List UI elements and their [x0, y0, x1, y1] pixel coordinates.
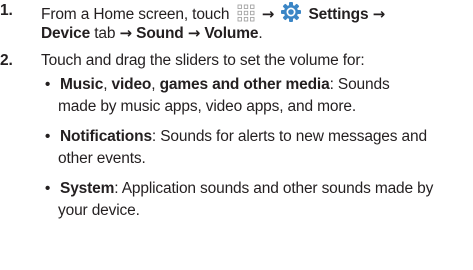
term: System	[60, 180, 115, 197]
bullet: •	[45, 76, 51, 93]
list-item-line: made by music apps, video apps, and more…	[58, 98, 356, 115]
description: : Sounds	[329, 76, 390, 93]
term: video	[111, 76, 152, 93]
list-item-line: System: Application sounds and other sou…	[60, 179, 433, 199]
separator: ,	[103, 76, 112, 93]
separator: ,	[151, 76, 160, 93]
device-label: Device	[41, 25, 91, 42]
step-text: From a Home screen, touch	[41, 6, 230, 23]
step-1: 1. From a Home screen, touch → Settings …	[0, 1, 473, 45]
bullet: •	[45, 128, 51, 145]
term: games and other media	[159, 76, 330, 93]
step-line: Device tab → Sound → Volume.	[41, 23, 263, 44]
list-item-line: Music, video, games and other media: Sou…	[60, 75, 390, 95]
step-number: 1.	[0, 2, 13, 19]
term: Notifications	[60, 128, 152, 145]
list-item-line: other events.	[58, 150, 146, 167]
term: Music	[60, 76, 104, 93]
arrow: →	[261, 5, 275, 23]
list-item-line: Notifications: Sounds for alerts to new …	[60, 127, 427, 147]
bullet: •	[45, 180, 51, 197]
list-item-line: your device.	[58, 202, 140, 219]
arrow: →	[119, 24, 133, 42]
arrow: →	[372, 5, 386, 23]
volume-label: Volume	[204, 25, 259, 42]
settings-label: Settings	[308, 6, 369, 23]
arrow: →	[187, 24, 201, 42]
step-number: 2.	[0, 52, 13, 69]
description: : Sounds for alerts to new messages and	[151, 128, 427, 145]
step-text: Touch and drag the sliders to set the vo…	[41, 52, 365, 69]
period: .	[258, 25, 263, 42]
step-2: 2. Touch and drag the sliders to set the…	[0, 51, 473, 269]
sound-label: Sound	[136, 25, 184, 42]
description: : Application sounds and other sounds ma…	[114, 180, 434, 197]
tab-word: tab	[94, 25, 116, 42]
instructions-page: 1. From a Home screen, touch → Settings …	[0, 0, 473, 270]
gear-icon	[280, 1, 302, 29]
